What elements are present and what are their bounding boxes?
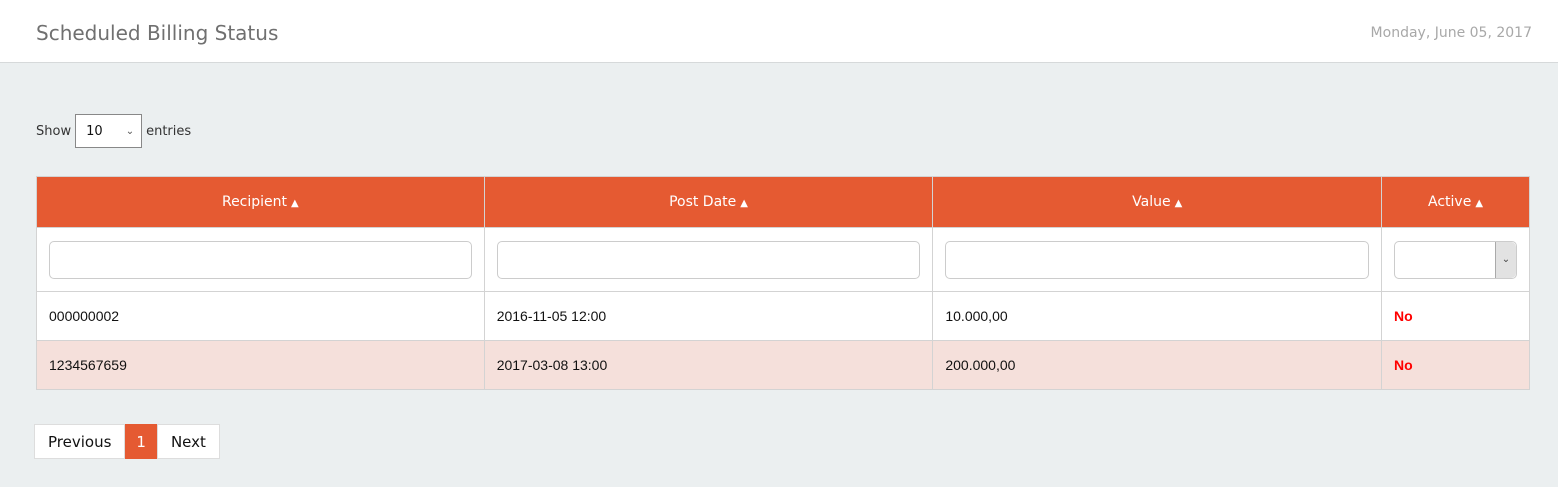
value-filter-input[interactable] bbox=[945, 240, 1370, 279]
page-title: Scheduled Billing Status bbox=[36, 21, 279, 45]
chevron-down-icon: ⌄ bbox=[1495, 241, 1516, 278]
current-date: Monday, June 05, 2017 bbox=[1370, 25, 1532, 41]
recipient-filter-input[interactable] bbox=[49, 240, 472, 279]
column-header-value[interactable]: Value ▲︎ bbox=[932, 176, 1383, 228]
entries-select[interactable]: 10 ⌄ bbox=[75, 114, 143, 148]
pagination: Previous 1 Next bbox=[34, 424, 220, 459]
chevron-down-icon: ⌄ bbox=[125, 125, 135, 137]
billing-table: Recipient ▲︎ Post Date ▲︎ Value ▲︎ Active ▲︎… bbox=[36, 176, 1530, 390]
next-button[interactable]: Next bbox=[156, 424, 220, 459]
table-row[interactable]: 1234567659 2017-03-08 13:00 200.000,00 N… bbox=[36, 340, 1530, 390]
sort-icon: ▲︎ bbox=[1174, 198, 1183, 209]
sort-icon: ▲︎ bbox=[1475, 198, 1484, 209]
previous-button[interactable]: Previous bbox=[34, 424, 126, 459]
recipient-cell: 1234567659 bbox=[36, 340, 485, 390]
active-cell: No bbox=[1381, 291, 1530, 341]
entries-select-value: 10 bbox=[86, 123, 103, 139]
show-label: Show bbox=[36, 123, 72, 139]
post-date-cell: 2016-11-05 12:00 bbox=[483, 291, 934, 341]
value-cell: 10.000,00 bbox=[932, 291, 1383, 341]
post-date-cell: 2017-03-08 13:00 bbox=[483, 340, 934, 390]
table-row[interactable]: 000000002 2016-11-05 12:00 10.000,00 No bbox=[36, 291, 1530, 341]
sort-icon: ▲︎ bbox=[740, 198, 748, 209]
sort-icon: ▲︎ bbox=[291, 198, 299, 209]
value-cell: 200.000,00 bbox=[932, 340, 1383, 390]
column-header-post-date[interactable]: Post Date ▲︎ bbox=[483, 176, 934, 228]
post-date-filter-input[interactable] bbox=[496, 240, 921, 279]
recipient-cell: 000000002 bbox=[36, 291, 485, 341]
top-bar: Scheduled Billing Status Monday, June 05… bbox=[0, 0, 1558, 63]
active-filter-select[interactable]: ⌄ bbox=[1394, 240, 1517, 279]
active-cell: No bbox=[1381, 340, 1530, 390]
filter-row: ⌄ bbox=[36, 227, 1530, 292]
page-1-button[interactable]: 1 bbox=[125, 424, 157, 459]
entries-label: entries bbox=[146, 123, 192, 139]
entries-length-control: Show 10 ⌄ entries bbox=[36, 114, 191, 148]
column-header-recipient[interactable]: Recipient ▲︎ bbox=[36, 176, 485, 228]
column-header-active[interactable]: Active ▲︎ bbox=[1381, 176, 1530, 228]
